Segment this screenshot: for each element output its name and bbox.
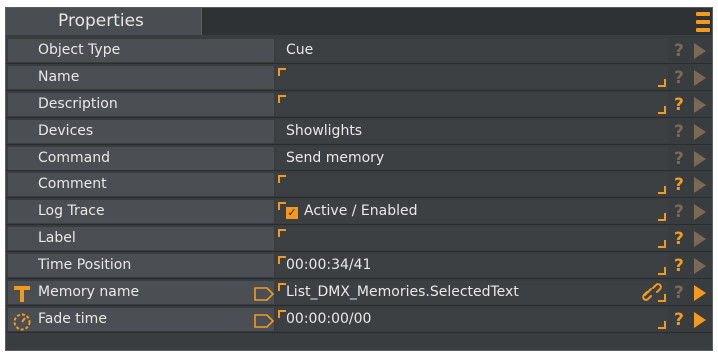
property-value[interactable]: Cue <box>276 39 668 62</box>
link-icon[interactable] <box>642 283 662 301</box>
time-position-field[interactable]: 00:00:34/41 <box>276 254 668 278</box>
command-value[interactable]: Send memory <box>276 146 668 170</box>
property-row-comment: Comment ? <box>6 171 712 199</box>
property-row-command: Command Send memory ? <box>6 145 712 172</box>
play-icon[interactable] <box>694 96 706 113</box>
play-icon[interactable] <box>694 123 706 140</box>
tab-properties[interactable]: Properties <box>6 8 202 35</box>
log-trace-field[interactable]: ✓ Active / Enabled <box>276 200 668 224</box>
fade-time-field[interactable]: 00:00:00/00 <box>276 307 668 331</box>
properties-panel: Properties Object Type Cue ? Name ? Desc… <box>5 7 713 351</box>
help-icon[interactable]: ? <box>674 41 690 61</box>
property-label: Description <box>8 92 274 116</box>
property-label: Devices <box>8 119 274 143</box>
help-icon[interactable]: ? <box>674 256 690 276</box>
play-icon[interactable] <box>694 43 706 59</box>
help-icon[interactable]: ? <box>674 68 690 88</box>
name-field[interactable] <box>276 65 668 89</box>
devices-value[interactable]: Showlights <box>276 119 668 143</box>
text-T-icon <box>14 286 30 303</box>
help-icon[interactable]: ? <box>674 229 690 249</box>
help-icon[interactable]: ? <box>674 95 690 115</box>
log-trace-text: Active / Enabled <box>304 203 418 220</box>
property-row-name: Name ? <box>6 64 712 91</box>
property-label-text: Memory name <box>38 284 140 301</box>
property-label-text: Fade time <box>38 310 107 327</box>
help-icon[interactable]: ? <box>674 149 690 169</box>
help-icon[interactable]: ? <box>674 310 690 330</box>
tag-icon[interactable] <box>253 286 275 302</box>
play-icon[interactable] <box>694 69 706 86</box>
timer-icon <box>13 313 31 331</box>
property-row-memory-name: Memory name List_DMX_Memories.SelectedTe… <box>6 279 712 306</box>
property-label: Object Type <box>8 39 274 62</box>
property-label: Command <box>8 146 274 170</box>
help-icon[interactable]: ? <box>674 283 690 303</box>
property-row-object-type: Object Type Cue ? <box>6 37 712 64</box>
property-label: Fade time <box>8 307 275 331</box>
property-row-label: Label ? <box>6 225 712 253</box>
hamburger-menu-icon[interactable] <box>696 12 710 32</box>
property-label: Time Position <box>8 254 274 278</box>
play-icon[interactable] <box>694 204 706 221</box>
memory-name-text: List_DMX_Memories.SelectedText <box>286 284 519 301</box>
memory-name-field[interactable]: List_DMX_Memories.SelectedText <box>276 281 668 305</box>
description-field[interactable] <box>276 92 668 116</box>
help-icon[interactable]: ? <box>674 122 690 142</box>
property-row-devices: Devices Showlights ? <box>6 118 712 145</box>
property-row-description: Description ? <box>6 91 712 118</box>
property-label: Name <box>8 65 274 89</box>
property-label: Memory name <box>8 281 275 305</box>
property-label: Log Trace <box>8 200 274 224</box>
play-icon[interactable] <box>694 258 706 275</box>
label-field[interactable] <box>276 227 668 251</box>
checkbox-checked-icon[interactable]: ✓ <box>286 207 298 220</box>
comment-field[interactable] <box>276 173 668 197</box>
property-row-log-trace: Log Trace ✓ Active / Enabled ? <box>6 198 712 226</box>
property-row-fade-time: Fade time 00:00:00/00 ? <box>6 306 712 333</box>
play-icon[interactable] <box>694 177 706 194</box>
tag-icon[interactable] <box>253 313 275 329</box>
play-icon[interactable] <box>694 311 706 328</box>
property-label: Comment <box>8 173 274 197</box>
help-icon[interactable]: ? <box>674 175 690 195</box>
property-label: Label <box>8 227 274 251</box>
help-icon[interactable]: ? <box>674 202 690 222</box>
play-icon[interactable] <box>694 231 706 248</box>
play-icon[interactable] <box>694 285 706 302</box>
properties-grid: Object Type Cue ? Name ? Description ? D… <box>6 37 712 333</box>
play-icon[interactable] <box>694 150 706 167</box>
tab-bar: Properties <box>6 8 712 35</box>
property-row-time-position: Time Position 00:00:34/41 ? <box>6 252 712 280</box>
